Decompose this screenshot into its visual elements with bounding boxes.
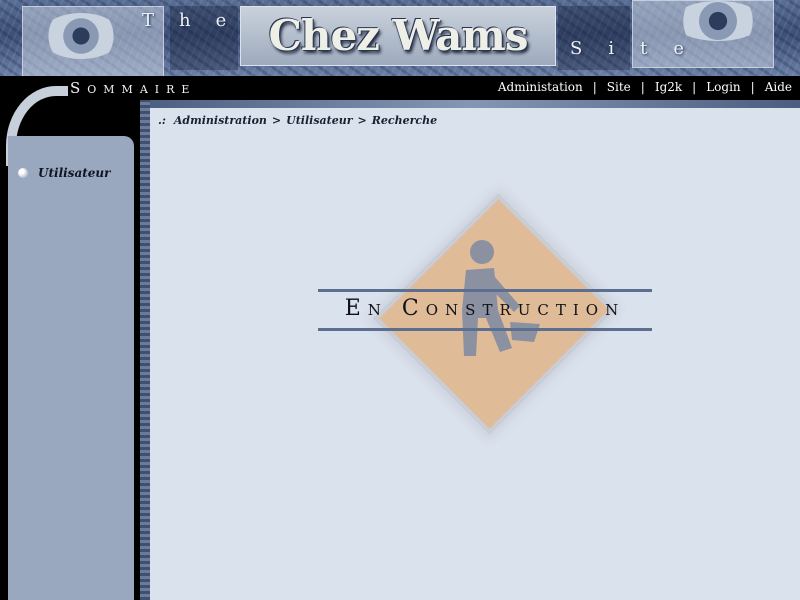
- nav-separator: |: [592, 80, 597, 94]
- eye-icon: [673, 1, 763, 41]
- sidebar: Utilisateur: [8, 136, 134, 600]
- nav-separator: |: [640, 80, 645, 94]
- breadcrumb-separator: >: [271, 114, 282, 127]
- site-banner: Chez Wams The Site: [0, 0, 800, 76]
- nav-link-site[interactable]: Site: [607, 80, 631, 94]
- title-panel: Chez Wams: [240, 6, 556, 66]
- sidebar-item-label: Utilisateur: [38, 166, 111, 180]
- nav-link-aide[interactable]: Aide: [765, 80, 792, 94]
- nav-separator: |: [692, 80, 697, 94]
- construction-title: En Construction: [344, 296, 626, 321]
- breadcrumb-prefix: .:: [158, 114, 166, 127]
- sidebar-item-utilisateur[interactable]: Utilisateur: [18, 166, 110, 180]
- main-content: .: Administration > Utilisateur > Recherche E…: [150, 108, 800, 600]
- menu-bar: Sommaire Administation | Site | Ig2k | Login | A…: [0, 76, 800, 100]
- site-title: Chez Wams: [268, 11, 529, 60]
- breadcrumb-item-utilisateur[interactable]: Utilisateur: [286, 114, 352, 127]
- content-frame-left: [140, 100, 150, 600]
- breadcrumb-item-recherche: Recherche: [371, 114, 438, 127]
- top-navigation: Administation | Site | Ig2k | Login | Aide: [498, 80, 792, 94]
- nav-separator: |: [750, 80, 755, 94]
- nav-link-login[interactable]: Login: [706, 80, 740, 94]
- breadcrumb-separator: >: [357, 114, 367, 127]
- nav-link-ig2k[interactable]: Ig2k: [655, 80, 682, 94]
- tagline-the: The: [142, 10, 252, 31]
- title-rule-top: [318, 289, 652, 292]
- sommaire-heading: Sommaire: [70, 79, 197, 97]
- nav-link-administation[interactable]: Administation: [498, 80, 583, 94]
- title-rule-bottom: [318, 328, 652, 331]
- eye-icon: [41, 13, 121, 59]
- bullet-icon: [18, 168, 28, 178]
- tagline-site: Site: [570, 38, 710, 59]
- breadcrumb-item-administration[interactable]: Administration: [174, 114, 267, 127]
- breadcrumb: .: Administration > Utilisateur > Recherche: [158, 114, 437, 127]
- content-frame-top: [140, 100, 800, 108]
